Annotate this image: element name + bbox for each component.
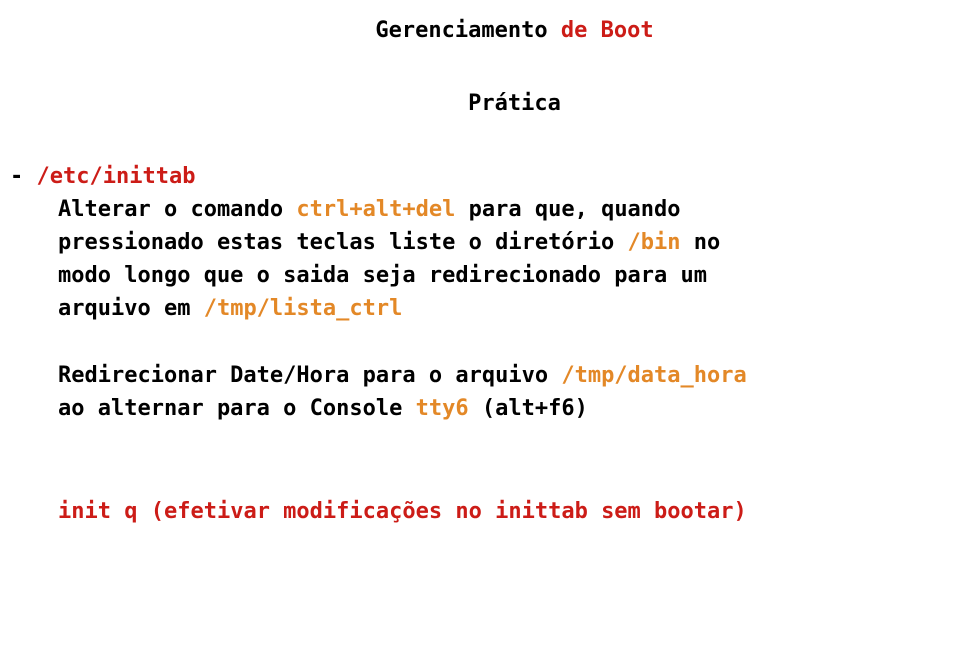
title-part1: Gerenciamento — [375, 18, 560, 43]
paragraph-1-line-3: modo longo que o saida seja redirecionad… — [58, 259, 949, 292]
text: modo longo que o saida seja redirecionad… — [58, 263, 707, 288]
bullet-item: - /etc/inittab — [10, 160, 949, 193]
paragraph-1-line-4: arquivo em /tmp/lista_ctrl — [58, 292, 949, 325]
text: arquivo em — [58, 296, 204, 321]
command-note: (efetivar modificações no inittab sem bo… — [137, 499, 746, 524]
paragraph-1-line-2: pressionado estas teclas liste o diretór… — [58, 226, 949, 259]
tty: tty6 — [416, 396, 469, 421]
text: pressionado estas teclas liste o diretór… — [58, 230, 628, 255]
footer-command: init q (efetivar modificações no inittab… — [58, 495, 949, 528]
path: /bin — [628, 230, 681, 255]
command: init q — [58, 499, 137, 524]
paragraph-2-line-1: Redirecionar Date/Hora para o arquivo /t… — [58, 359, 949, 392]
title-part2: de — [561, 18, 601, 43]
bullet-path: /etc/inittab — [37, 164, 196, 189]
text: (alt+f6) — [469, 396, 588, 421]
bullet-dash: - — [10, 164, 37, 189]
text: ao alternar para o Console — [58, 396, 416, 421]
keystroke: ctrl+alt+del — [296, 197, 455, 222]
paragraph-2-line-2: ao alternar para o Console tty6 (alt+f6) — [58, 392, 949, 425]
text: no — [681, 230, 721, 255]
text: Redirecionar Date/Hora para o arquivo — [58, 363, 561, 388]
path: /tmp/data_hora — [561, 363, 746, 388]
paragraph-1-line-1: Alterar o comando ctrl+alt+del para que,… — [58, 193, 949, 226]
text: para que, quando — [455, 197, 680, 222]
title-part3: Boot — [601, 18, 654, 43]
subtitle: Prática — [80, 87, 949, 120]
text: Alterar o comando — [58, 197, 296, 222]
page-title: Gerenciamento de Boot — [80, 14, 949, 47]
path: /tmp/lista_ctrl — [204, 296, 403, 321]
